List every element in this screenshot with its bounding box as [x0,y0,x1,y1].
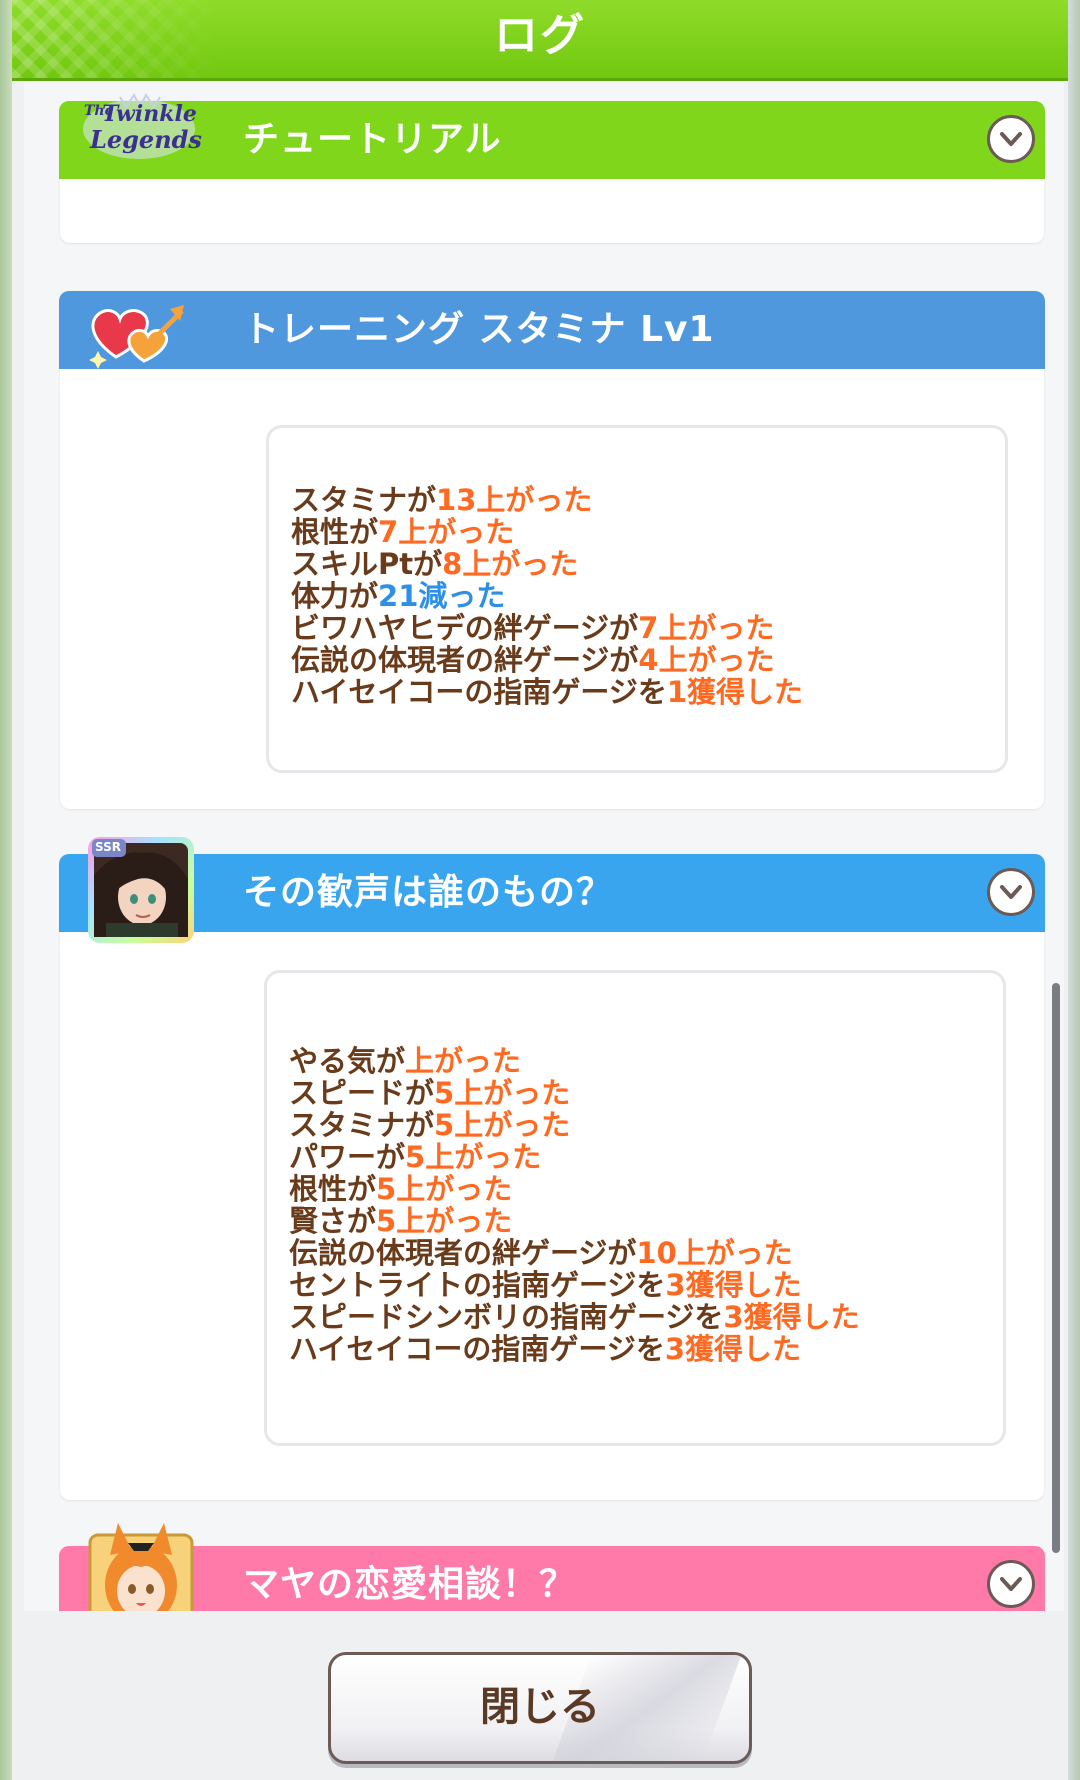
log-entry-training: トレーニング スタミナ Lv1 スタミナが13上がった 根性が7上がった スキル… [59,291,1045,809]
result-lines: やる気が上がった スピードが5上がった スタミナが5上がった パワーが5上がった… [289,1045,860,1365]
expand-toggle-button[interactable] [987,868,1035,916]
result-line: 体力が21減った [291,579,506,613]
character-portrait-maya [88,1521,194,1611]
chevron-down-icon [1000,1577,1022,1591]
expand-toggle-button[interactable] [987,1560,1035,1608]
result-lines: スタミナが13上がった 根性が7上がった スキルPtが8上がった 体力が21減っ… [291,484,803,708]
log-entry-title: マヤの恋愛相談！？ [243,1564,577,1605]
log-entry-header: トレーニング スタミナ Lv1 [59,291,1045,369]
result-line: スタミナが13上がった [291,483,593,517]
close-button[interactable]: 閉じる [328,1652,752,1764]
result-line: 伝説の体現者の絆ゲージが4上がった [291,643,775,677]
result-line: 賢さが5上がった [289,1204,513,1238]
chevron-down-icon [1000,885,1022,899]
result-line: ハイセイコーの指南ゲージを1獲得した [291,675,804,709]
result-line: スキルPtが8上がった [291,547,579,581]
close-button-label: 閉じる [480,1684,600,1730]
log-scroll-area[interactable]: チュートリアル The Twinkle Legends トレーニング スタミナ … [24,81,1064,1611]
log-entry-title: チュートリアル [243,119,502,160]
result-line: スピードシンボリの指南ゲージを3獲得した [289,1300,860,1334]
result-line: スピードが5上がった [289,1076,571,1110]
log-entry-title: その歓声は誰のもの？ [243,872,614,913]
dialog-title-bar: ログ [12,0,1068,81]
log-entry-header[interactable]: マヤの恋愛相談！？ [59,1546,1045,1611]
log-entry-maya: マヤの恋愛相談！？ [59,1546,1045,1611]
log-entry-tutorial: チュートリアル [59,101,1045,243]
logo-text-twinkle: Twinkle [102,101,197,127]
logo-text-legends: Legends [90,125,202,154]
result-line: やる気が上がった [289,1044,522,1078]
twinkle-legends-logo: The Twinkle Legends [80,89,202,165]
chevron-down-icon [1000,132,1022,146]
result-line: ビワハヤヒデの絆ゲージが7上がった [291,611,775,645]
hearts-arrow-icon [86,291,190,371]
result-line: 根性が7上がった [291,515,515,549]
result-line: ハイセイコーの指南ゲージを3獲得した [289,1332,802,1366]
log-entry-header[interactable]: その歓声は誰のもの？ [59,854,1045,932]
result-line: スタミナが5上がった [289,1108,571,1142]
log-entry-support-event: その歓声は誰のもの？ やる気が上がった スピードが5上がった スタミナが5上がっ… [59,854,1045,1500]
scrollbar[interactable] [1052,983,1060,1553]
result-box: スタミナが13上がった 根性が7上がった スキルPtが8上がった 体力が21減っ… [266,425,1008,773]
log-entry-title: トレーニング スタミナ Lv1 [243,309,715,350]
result-line: セントライトの指南ゲージを3獲得した [289,1268,802,1302]
result-line: 伝説の体現者の絆ゲージが10上がった [289,1236,793,1270]
ssr-badge: SSR [95,840,121,854]
result-box: やる気が上がった スピードが5上がった スタミナが5上がった パワーが5上がった… [264,970,1006,1446]
dialog-footer: 閉じる [12,1612,1068,1780]
result-line: 根性が5上がった [289,1172,513,1206]
expand-toggle-button[interactable] [987,115,1035,163]
log-entry-header[interactable]: チュートリアル [59,101,1045,179]
dialog-title: ログ [494,10,586,61]
log-dialog: ログ チュートリアル The Twinkle Legends トレーニング スタ… [12,0,1068,1780]
ssr-support-card-portrait: SSR [86,835,196,945]
result-line: パワーが5上がった [289,1140,542,1174]
